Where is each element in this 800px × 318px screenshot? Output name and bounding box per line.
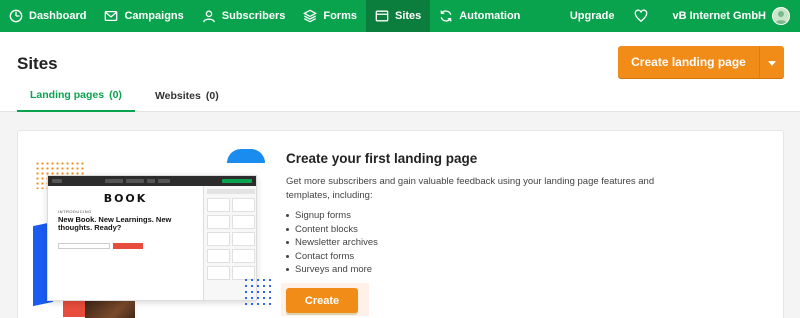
mockup-intro: INTRODUCING [58,209,92,214]
mockup-logo: BOOK [103,192,148,205]
feature-item: Surveys and more [286,263,378,277]
layers-icon [303,9,318,23]
nav-item-sites[interactable]: Sites [365,0,431,32]
decorative-dots [243,277,273,307]
nav-item-campaigns[interactable]: Campaigns [95,0,192,32]
nav-item-dashboard[interactable]: Dashboard [0,0,95,32]
nav-item-label: Sites [394,10,422,22]
browser-icon [375,9,389,23]
feature-item: Content blocks [286,223,378,237]
upgrade-link[interactable]: Upgrade [570,10,635,22]
mockup-toolbar [48,176,256,186]
tab-websites[interactable]: Websites (0) [142,80,232,112]
empty-state-description: Get more subscribers and gain valuable f… [286,176,655,201]
mockup-subtext [58,235,193,239]
empty-state-title: Create your first landing page [286,151,478,166]
tab-label: Websites [154,90,201,102]
heart-icon[interactable] [634,9,648,23]
page-title: Sites [17,54,58,73]
tab-count: (0) [109,89,122,101]
create-landing-page-split-button: Create landing page [618,46,784,78]
nav-item-label: Dashboard [29,10,87,22]
tab-landing-pages[interactable]: Landing pages (0) [17,80,135,112]
page-header: Sites Create landing page Landing pages … [0,32,800,112]
account-name: vB Internet GmbH [672,10,766,22]
feature-item: Newsletter archives [286,236,378,250]
create-options-dropdown[interactable] [760,46,784,78]
mockup-page: BOOK INTRODUCING New Book. New Learnings… [48,186,203,300]
nav-right-group: Upgrade vB Internet GmbH [570,0,800,32]
create-button[interactable]: Create [286,288,358,313]
feature-item: Signup forms [286,209,378,223]
landing-page-illustration: BOOK INTRODUCING New Book. New Learnings… [33,149,273,318]
avatar [772,7,790,25]
nav-item-label: Campaigns [124,10,184,22]
decorative-shape [227,149,265,163]
nav-item-label: Forms [323,10,357,22]
account-menu[interactable]: vB Internet GmbH [672,7,800,25]
site-type-tabs: Landing pages (0) Websites (0) [17,80,232,112]
mockup-signup-form [58,243,193,249]
nav-item-label: Automation [459,10,521,22]
nav-item-subscribers[interactable]: Subscribers [193,0,295,32]
caret-down-icon [768,55,776,69]
editor-mockup: BOOK INTRODUCING New Book. New Learnings… [47,175,257,301]
tab-label: Landing pages [30,89,105,101]
create-landing-page-button[interactable]: Create landing page [618,46,760,78]
user-icon [202,9,216,23]
gauge-icon [9,9,23,23]
top-navigation: Dashboard Campaigns Subscribers Forms Si… [0,0,800,32]
refresh-icon [439,9,453,23]
feature-item: Contact forms [286,250,378,264]
empty-state-card: BOOK INTRODUCING New Book. New Learnings… [17,130,784,318]
mockup-headline: New Book. New Learnings. New thoughts. R… [58,215,172,232]
nav-item-automation[interactable]: Automation [430,0,529,32]
nav-item-forms[interactable]: Forms [294,0,366,32]
nav-item-label: Subscribers [221,10,286,22]
envelope-icon [104,9,118,23]
feature-list: Signup forms Content blocks Newsletter a… [286,209,378,277]
tab-count: (0) [205,90,219,102]
